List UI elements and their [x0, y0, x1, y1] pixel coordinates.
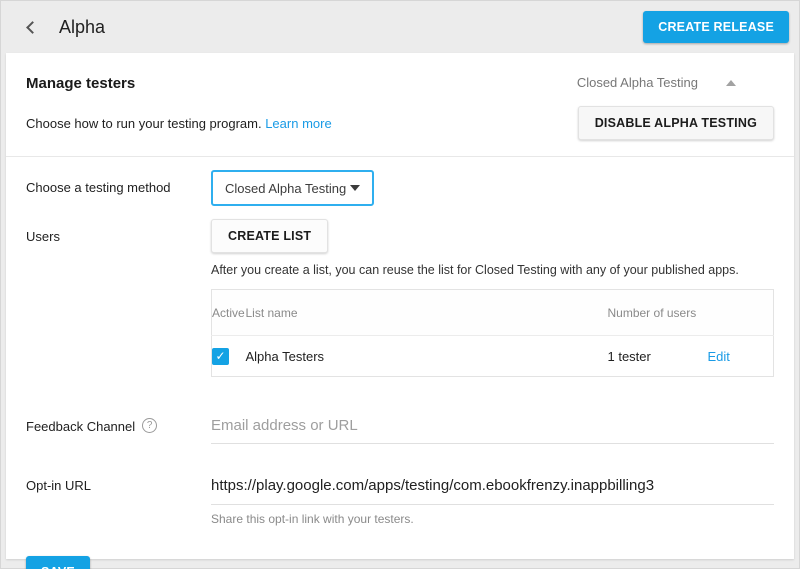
- disable-alpha-testing-button[interactable]: DISABLE ALPHA TESTING: [578, 106, 774, 140]
- table-row: ✓ Alpha Testers 1 tester Edit: [212, 336, 774, 377]
- list-name-cell: Alpha Testers: [246, 336, 608, 377]
- feedback-channel-control: [211, 409, 774, 444]
- testing-method-value: Closed Alpha Testing: [225, 181, 346, 196]
- testing-method-select[interactable]: Closed Alpha Testing: [211, 170, 374, 206]
- opt-in-url-helper-text: Share this opt-in link with your testers…: [211, 512, 774, 526]
- column-header-list-name: List name: [246, 290, 608, 336]
- users-control: CREATE LIST After you create a list, you…: [211, 219, 774, 377]
- help-icon[interactable]: ?: [142, 418, 157, 433]
- create-release-button[interactable]: CREATE RELEASE: [643, 11, 789, 43]
- column-header-actions: [708, 290, 774, 336]
- table-header-row: Active List name Number of users: [212, 290, 774, 336]
- feedback-channel-input[interactable]: [211, 409, 774, 444]
- page-title: Alpha: [59, 17, 105, 38]
- edit-link[interactable]: Edit: [708, 349, 730, 364]
- active-checkbox[interactable]: ✓: [212, 348, 229, 365]
- back-button[interactable]: [17, 14, 43, 40]
- manage-testers-card: Manage testers Closed Alpha Testing Choo…: [6, 53, 794, 559]
- triangle-down-icon: [350, 185, 360, 191]
- save-row: SAVE: [6, 526, 794, 569]
- create-list-helper-text: After you create a list, you can reuse t…: [211, 263, 774, 277]
- feedback-channel-row: Feedback Channel ?: [6, 409, 794, 444]
- create-list-button[interactable]: CREATE LIST: [211, 219, 328, 253]
- opt-in-url-control: https://play.google.com/apps/testing/com…: [211, 468, 774, 526]
- feedback-channel-label: Feedback Channel: [26, 419, 135, 434]
- chevron-left-icon: [26, 21, 39, 34]
- opt-in-url-row: Opt-in URL https://play.google.com/apps/…: [6, 468, 794, 526]
- testing-method-label: Choose a testing method: [26, 170, 211, 206]
- feedback-channel-label-wrap: Feedback Channel ?: [26, 409, 211, 444]
- column-header-active: Active: [212, 290, 246, 336]
- opt-in-url-label: Opt-in URL: [26, 468, 211, 526]
- users-label: Users: [26, 219, 211, 377]
- testing-status-toggle[interactable]: Closed Alpha Testing: [577, 75, 736, 90]
- column-header-number-of-users: Number of users: [608, 290, 708, 336]
- users-row: Users CREATE LIST After you create a lis…: [6, 219, 794, 377]
- section-title: Manage testers: [26, 75, 135, 92]
- testing-status-label: Closed Alpha Testing: [577, 75, 698, 90]
- testing-method-row: Choose a testing method Closed Alpha Tes…: [6, 170, 794, 206]
- edit-cell: Edit: [708, 336, 774, 377]
- learn-more-link[interactable]: Learn more: [265, 116, 331, 131]
- intro-row: Choose how to run your testing program. …: [6, 92, 794, 157]
- active-cell: ✓: [212, 336, 246, 377]
- number-of-users-cell: 1 tester: [608, 336, 708, 377]
- opt-in-url-value: https://play.google.com/apps/testing/com…: [211, 468, 774, 505]
- card-header: Manage testers Closed Alpha Testing: [6, 53, 794, 92]
- intro-sentence: Choose how to run your testing program.: [26, 116, 262, 131]
- save-button[interactable]: SAVE: [26, 556, 90, 569]
- tester-list-table: Active List name Number of users ✓ Alph: [211, 289, 774, 377]
- top-bar: Alpha CREATE RELEASE: [1, 1, 799, 53]
- checkmark-icon: ✓: [215, 349, 225, 363]
- intro-text: Choose how to run your testing program. …: [26, 116, 332, 131]
- testing-method-control: Closed Alpha Testing: [211, 170, 774, 206]
- triangle-up-icon: [726, 80, 736, 86]
